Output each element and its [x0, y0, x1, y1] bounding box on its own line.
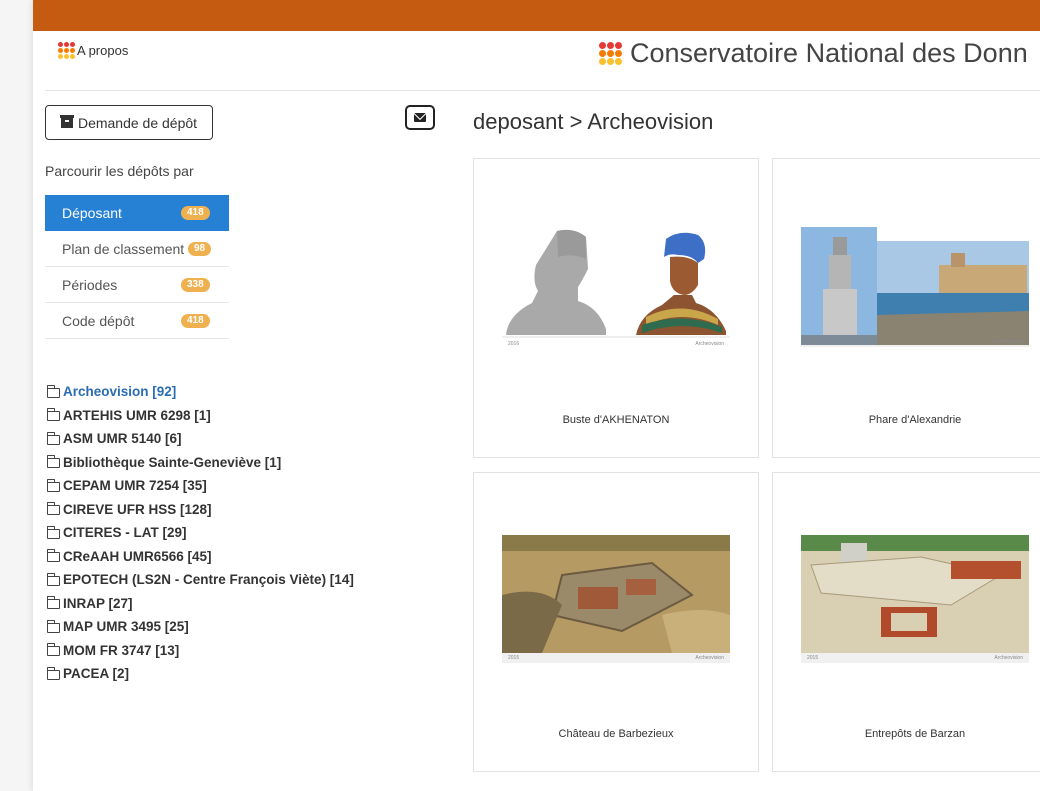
- tree-item-label: ASM UMR 5140 [6]: [63, 431, 182, 447]
- page: A propos Conservatoire National des Donn…: [33, 0, 1040, 791]
- credit-stamp: Archeovision: [994, 655, 1023, 661]
- left-gutter: [0, 0, 33, 791]
- folder-icon: [46, 643, 60, 657]
- folder-icon: [46, 549, 60, 563]
- tree-item-label: MAP UMR 3495 [25]: [63, 619, 189, 635]
- year-stamp: 2015: [508, 655, 520, 661]
- site-title[interactable]: Conservatoire National des Donn: [599, 38, 1028, 69]
- tree-item[interactable]: INRAP [27]: [46, 592, 354, 616]
- archive-box-icon: [59, 114, 74, 128]
- record-thumbnail[interactable]: 2007 Archeovision: [801, 227, 1029, 347]
- browse-label: Parcourir les dépôts par: [45, 163, 194, 179]
- tree-item[interactable]: CIREVE UFR HSS [128]: [46, 498, 354, 522]
- browse-item-plan-de-classement[interactable]: Plan de classement 98: [45, 231, 229, 267]
- logo-icon: [58, 42, 75, 59]
- envelope-icon: [414, 113, 426, 122]
- credit-stamp: Archeovision: [994, 339, 1023, 345]
- browse-item-periodes[interactable]: Périodes 338: [45, 267, 229, 303]
- year-stamp: 2015: [807, 655, 819, 661]
- tree-item[interactable]: CITERES - LAT [29]: [46, 521, 354, 545]
- tree-item-label: CITERES - LAT [29]: [63, 525, 187, 541]
- tree-item[interactable]: PACEA [2]: [46, 662, 354, 686]
- folder-icon: [46, 431, 60, 445]
- folder-icon: [46, 502, 60, 516]
- count-badge: 418: [181, 205, 210, 220]
- browse-nav: Déposant 418 Plan de classement 98 Pério…: [45, 195, 229, 339]
- browse-item-label: Périodes: [62, 276, 118, 293]
- logo-icon: [599, 42, 622, 65]
- tree-item-label: ARTEHIS UMR 6298 [1]: [63, 407, 211, 423]
- record-caption[interactable]: Entrepôts de Barzan: [773, 728, 1040, 740]
- folder-icon: [46, 666, 60, 680]
- folder-icon: [46, 478, 60, 492]
- record-thumbnail[interactable]: 2015 Archeovision: [801, 535, 1029, 663]
- castle-image: [502, 535, 730, 663]
- credit-stamp: Archeovision: [695, 655, 724, 661]
- tree-item-label: Archeovision [92]: [63, 384, 177, 400]
- about-link[interactable]: A propos: [58, 42, 128, 59]
- browse-item-deposant[interactable]: Déposant 418: [45, 195, 229, 231]
- tree-item[interactable]: CReAAH UMR6566 [45]: [46, 545, 354, 569]
- record-card[interactable]: 2016 Archeovision Buste d'AKHENATON: [473, 158, 759, 458]
- header-divider: [45, 90, 1040, 91]
- tree-item-label: CIREVE UFR HSS [128]: [63, 501, 212, 517]
- record-card[interactable]: 2007 Archeovision Phare d'Alexandrie: [772, 158, 1040, 458]
- year-stamp: 2007: [807, 339, 819, 345]
- record-caption[interactable]: Phare d'Alexandrie: [773, 414, 1040, 426]
- depositor-tree: Archeovision [92] ARTEHIS UMR 6298 [1] A…: [46, 380, 354, 686]
- tree-item-label: PACEA [2]: [63, 666, 130, 682]
- tree-item[interactable]: Archeovision [92]: [46, 380, 354, 404]
- tree-item[interactable]: MOM FR 3747 [13]: [46, 639, 354, 663]
- folder-icon: [46, 455, 60, 469]
- browse-item-label: Déposant: [62, 204, 122, 221]
- credit-stamp: Archeovision: [695, 341, 724, 347]
- record-card[interactable]: 2015 Archeovision Entrepôts de Barzan: [772, 472, 1040, 772]
- record-card[interactable]: 2015 Archeovision Château de Barbezieux: [473, 472, 759, 772]
- browse-item-label: Plan de classement: [62, 240, 185, 257]
- browse-item-label: Code dépôt: [62, 312, 135, 329]
- folder-icon: [46, 408, 60, 422]
- tree-item-label: CEPAM UMR 7254 [35]: [63, 478, 207, 494]
- folder-icon: [46, 596, 60, 610]
- mail-button[interactable]: [405, 105, 435, 130]
- deposit-request-button[interactable]: Demande de dépôt: [45, 105, 213, 140]
- tree-item[interactable]: ASM UMR 5140 [6]: [46, 427, 354, 451]
- warehouse-image: [801, 535, 1029, 663]
- tree-item[interactable]: MAP UMR 3495 [25]: [46, 615, 354, 639]
- record-caption[interactable]: Château de Barbezieux: [474, 728, 758, 740]
- year-stamp: 2016: [508, 341, 520, 347]
- tree-item[interactable]: Bibliothèque Sainte-Geneviève [1]: [46, 451, 354, 475]
- count-badge: 98: [188, 241, 212, 256]
- count-badge: 418: [181, 313, 210, 328]
- folder-icon: [46, 525, 60, 539]
- deposit-request-label: Demande de dépôt: [77, 114, 198, 131]
- folder-icon: [46, 572, 60, 586]
- tree-item-label: EPOTECH (LS2N - Centre François Viète) […: [63, 572, 354, 588]
- tree-item[interactable]: CEPAM UMR 7254 [35]: [46, 474, 354, 498]
- about-label[interactable]: A propos: [77, 43, 128, 58]
- tree-item-label: CReAAH UMR6566 [45]: [63, 548, 212, 564]
- tree-item-label: Bibliothèque Sainte-Geneviève [1]: [63, 454, 282, 470]
- count-badge: 338: [181, 277, 210, 292]
- browse-item-code-depot[interactable]: Code dépôt 418: [45, 303, 229, 339]
- record-thumbnail[interactable]: 2015 Archeovision: [502, 535, 730, 663]
- bust-image: [502, 229, 730, 349]
- lighthouse-image: [801, 227, 1029, 347]
- tree-item[interactable]: ARTEHIS UMR 6298 [1]: [46, 404, 354, 428]
- folder-icon: [46, 619, 60, 633]
- tree-item[interactable]: EPOTECH (LS2N - Centre François Viète) […: [46, 568, 354, 592]
- record-caption[interactable]: Buste d'AKHENATON: [474, 414, 758, 426]
- record-thumbnail[interactable]: 2016 Archeovision: [502, 229, 730, 349]
- top-bar: [33, 0, 1040, 31]
- site-title-text: Conservatoire National des Donn: [630, 38, 1028, 68]
- tree-item-label: INRAP [27]: [63, 595, 133, 611]
- tree-item-label: MOM FR 3747 [13]: [63, 642, 180, 658]
- folder-icon: [46, 384, 60, 398]
- breadcrumb: deposant > Archeovision: [473, 109, 714, 134]
